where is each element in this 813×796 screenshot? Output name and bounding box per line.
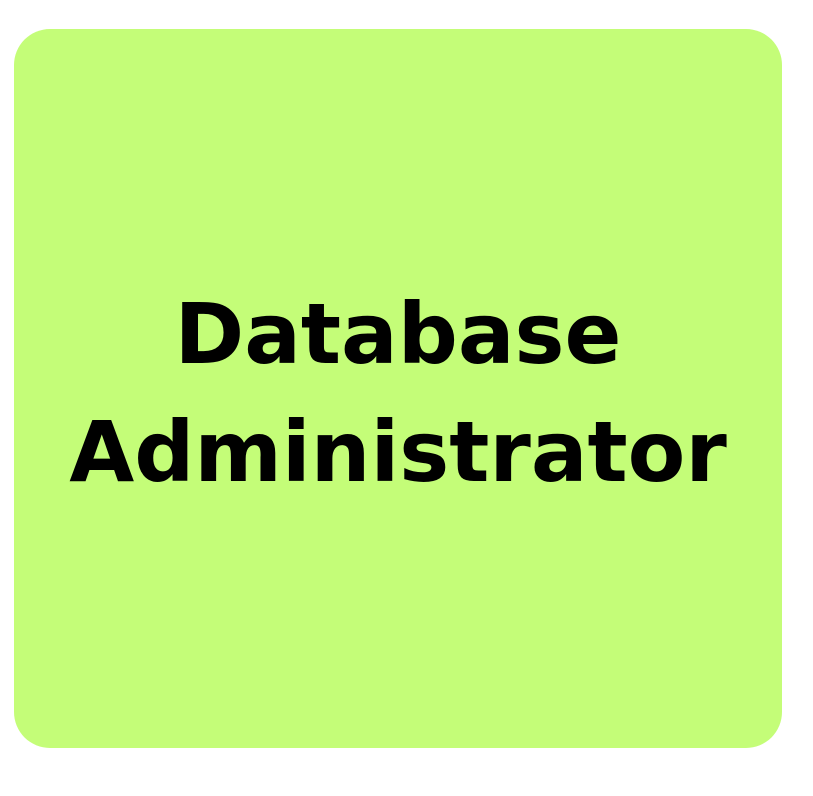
title-card: Database Administrator bbox=[14, 29, 782, 748]
card-title: Database Administrator bbox=[69, 275, 727, 511]
card-title-line-2: Administrator bbox=[69, 402, 727, 501]
card-title-line-1: Database bbox=[174, 284, 622, 383]
